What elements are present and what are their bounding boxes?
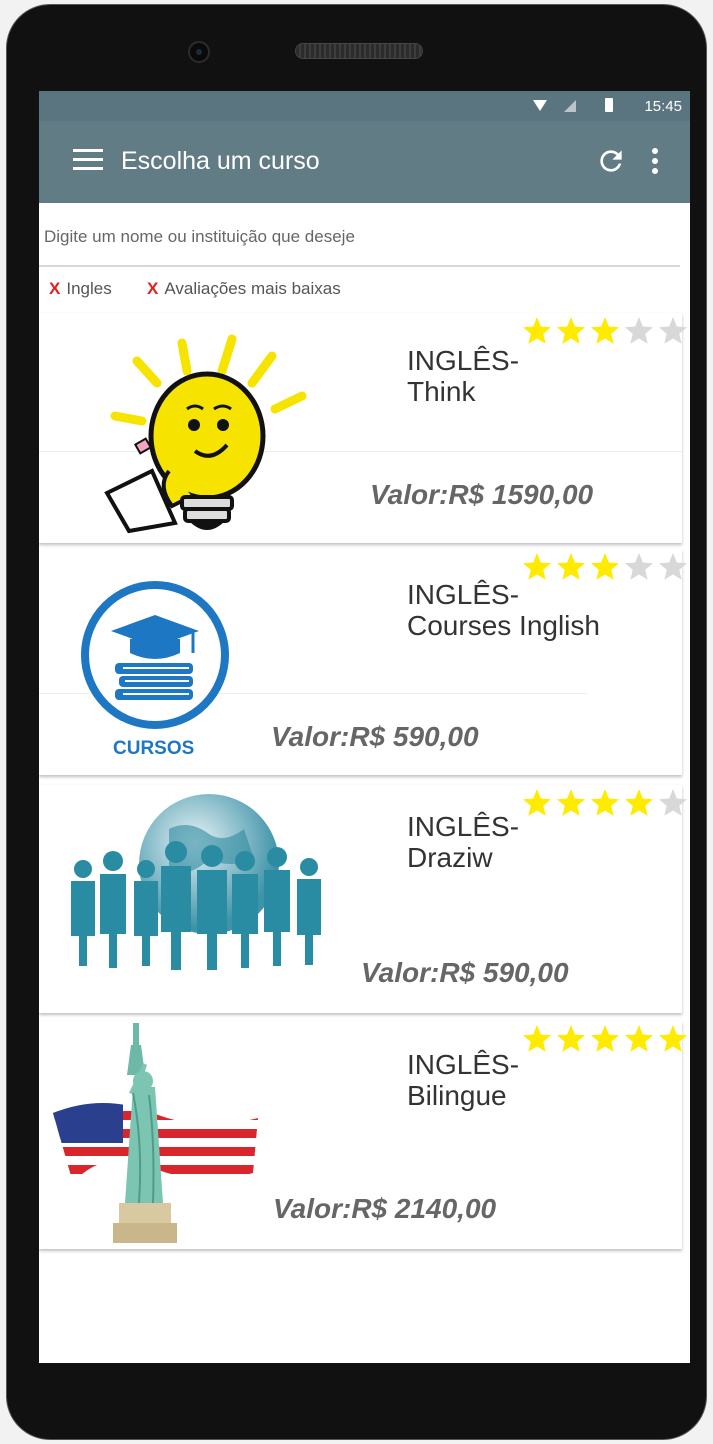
course-name: INGLÊS- Think	[407, 345, 519, 407]
course-card[interactable]: CURSOS INGLÊS- Courses Inglish Valor:R$ …	[39, 549, 687, 775]
filter-chip-avaliacoes[interactable]: X Avaliações mais baixas	[147, 279, 341, 299]
course-name: INGLÊS- Bilingue	[407, 1049, 519, 1111]
filter-chip-ingles[interactable]: X Ingles	[49, 279, 112, 299]
star-filled-icon	[591, 1025, 619, 1052]
course-name-line1: INGLÊS-	[407, 1049, 520, 1080]
star-filled-icon	[557, 317, 585, 344]
active-filters: X Ingles X Avaliações mais baixas	[39, 277, 690, 305]
signal-icon	[564, 100, 576, 112]
lightbulb-thinking-icon	[104, 334, 307, 534]
remove-filter-icon[interactable]: X	[49, 279, 60, 298]
earpiece-speaker	[295, 43, 423, 59]
cursos-logo-text: CURSOS	[113, 738, 195, 759]
course-name-line1: INGLÊS-	[407, 345, 520, 376]
screen: 15:45 Escolha um curso X Ingles X Avaliaçõ…	[39, 91, 690, 1363]
statue-of-liberty-flag-icon	[53, 1023, 258, 1243]
remove-filter-icon[interactable]: X	[147, 279, 158, 298]
star-filled-icon	[625, 1025, 653, 1052]
rating-stars	[521, 787, 690, 821]
course-name: INGLÊS- Courses Inglish	[407, 579, 600, 641]
battery-icon	[605, 98, 613, 112]
phone-frame: 15:45 Escolha um curso X Ingles X Avaliaçõ…	[6, 4, 707, 1440]
app-bar: Escolha um curso	[39, 121, 690, 203]
rating-stars	[521, 315, 690, 349]
status-bar: 15:45	[39, 91, 690, 121]
star-filled-icon	[557, 1025, 585, 1052]
filter-label: Avaliações mais baixas	[164, 279, 341, 298]
star-filled-icon	[523, 1025, 551, 1052]
course-name-line2: Think	[407, 376, 476, 407]
course-name-line1: INGLÊS-	[407, 811, 520, 842]
filter-label: Ingles	[66, 279, 112, 298]
course-card[interactable]: INGLÊS- Draziw Valor:R$ 590,00	[39, 785, 687, 1013]
star-filled-icon	[591, 789, 619, 816]
star-empty-icon	[625, 553, 653, 580]
course-name-line2: Courses Inglish	[407, 610, 600, 641]
course-card[interactable]: INGLÊS- Think Valor:R$ 1590,00	[39, 313, 687, 543]
wifi-icon	[533, 100, 547, 111]
course-name: INGLÊS- Draziw	[407, 811, 519, 873]
course-card[interactable]: INGLÊS- Bilingue Valor:R$ 2140,00	[39, 1021, 687, 1249]
hamburger-menu-icon[interactable]	[73, 149, 103, 171]
star-filled-icon	[591, 553, 619, 580]
star-filled-icon	[557, 789, 585, 816]
star-filled-icon	[523, 317, 551, 344]
star-empty-icon	[625, 317, 653, 344]
page-title: Escolha um curso	[121, 147, 320, 175]
course-name-line2: Bilingue	[407, 1080, 507, 1111]
course-price: Valor:R$ 1590,00	[370, 479, 594, 510]
star-filled-icon	[523, 789, 551, 816]
cursos-logo	[81, 581, 229, 729]
business-people-globe-icon	[71, 794, 321, 970]
star-filled-icon	[591, 317, 619, 344]
star-empty-icon	[659, 789, 687, 816]
course-price: Valor:R$ 590,00	[361, 957, 569, 988]
course-name-line2: Draziw	[407, 842, 493, 873]
refresh-icon[interactable]	[595, 145, 627, 177]
course-price: Valor:R$ 590,00	[271, 721, 479, 752]
rating-stars	[521, 551, 690, 585]
rating-stars	[521, 1023, 690, 1057]
status-time: 15:45	[644, 98, 682, 115]
search-bar	[39, 203, 680, 267]
course-price: Valor:R$ 2140,00	[273, 1193, 497, 1224]
star-filled-icon	[557, 553, 585, 580]
star-filled-icon	[625, 789, 653, 816]
star-filled-icon	[523, 553, 551, 580]
star-filled-icon	[659, 1025, 687, 1052]
front-camera	[188, 41, 210, 63]
search-input[interactable]	[44, 227, 664, 247]
star-empty-icon	[659, 553, 687, 580]
star-empty-icon	[659, 317, 687, 344]
more-options-icon[interactable]	[645, 145, 665, 177]
